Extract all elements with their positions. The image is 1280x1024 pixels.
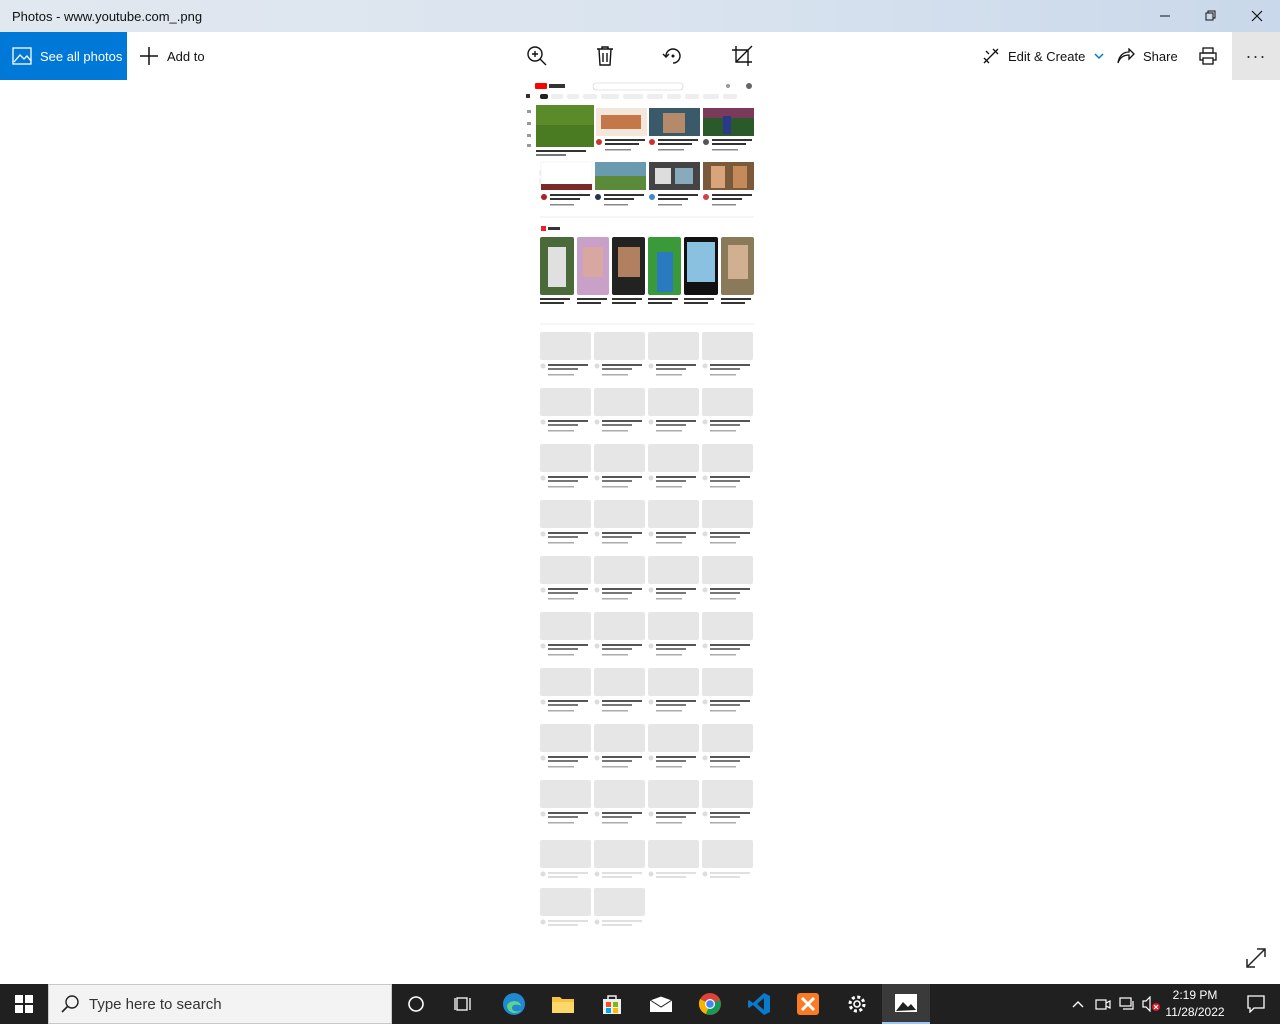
clock-date: 11/28/2022: [1165, 1005, 1225, 1019]
share-button[interactable]: Share: [1117, 32, 1178, 80]
xampp-icon: [797, 993, 819, 1015]
volume-button[interactable]: [1139, 984, 1163, 1024]
share-icon: [1117, 48, 1135, 64]
task-view-icon: [454, 997, 471, 1011]
network-icon: [1119, 997, 1134, 1010]
taskbar-search-input[interactable]: Type here to search: [48, 984, 392, 1024]
file-explorer-app[interactable]: [539, 984, 587, 1024]
print-button[interactable]: [1199, 32, 1225, 80]
store-bag-icon: [603, 995, 621, 1014]
share-label: Share: [1143, 48, 1178, 64]
cortana-button[interactable]: [392, 984, 440, 1024]
cortana-circle-icon: [408, 996, 424, 1012]
store-app[interactable]: [588, 984, 636, 1024]
add-to-button[interactable]: Add to: [139, 32, 205, 80]
show-hidden-icons-button[interactable]: [1066, 984, 1090, 1024]
photos-app-icon: [895, 994, 917, 1012]
edge-icon: [503, 993, 525, 1015]
chrome-app[interactable]: [686, 984, 734, 1024]
start-button[interactable]: [0, 984, 48, 1024]
edit-create-icon: [983, 48, 999, 64]
clock-time: 2:19 PM: [1172, 988, 1218, 1002]
edit-create-label: Edit & Create: [1008, 48, 1086, 64]
delete-button[interactable]: [595, 32, 623, 80]
close-icon: [1251, 10, 1263, 22]
image-viewer: [0, 80, 1280, 984]
minimize-button[interactable]: [1142, 0, 1188, 32]
window-title: Photos - www.youtube.com_.png: [12, 9, 203, 24]
screenshot-thumbnail-image: [526, 82, 754, 926]
fullscreen-button[interactable]: [1244, 946, 1268, 970]
camera-icon: [1095, 999, 1111, 1010]
vscode-app[interactable]: [735, 984, 783, 1024]
windows-logo-icon: [15, 995, 33, 1013]
search-icon: [61, 995, 79, 1013]
edit-create-button[interactable]: Edit & Create: [982, 32, 1113, 80]
crop-button[interactable]: [731, 32, 761, 80]
xampp-app[interactable]: [784, 984, 832, 1024]
taskbar: Type here to search 2:19 PM 11/28/2022: [0, 984, 1280, 1024]
gear-icon: [848, 995, 866, 1013]
meet-now-button[interactable]: [1091, 984, 1115, 1024]
minimize-icon: [1160, 15, 1170, 17]
zoom-button[interactable]: [526, 32, 556, 80]
printer-icon: [1199, 47, 1217, 65]
restore-icon: [1205, 10, 1216, 21]
crop-icon: [732, 45, 753, 66]
see-all-photos-button[interactable]: See all photos: [0, 32, 127, 80]
restore-button[interactable]: [1188, 0, 1234, 32]
add-to-label: Add to: [167, 48, 205, 64]
photos-toolbar: See all photos Add to Edit & Create Shar…: [0, 32, 1280, 80]
trash-icon: [597, 46, 613, 66]
displayed-screenshot: [523, 80, 757, 930]
expand-icon: [1246, 948, 1266, 968]
search-placeholder: Type here to search: [89, 995, 222, 1013]
rotate-button[interactable]: [662, 32, 692, 80]
edge-app[interactable]: [490, 984, 538, 1024]
mail-app[interactable]: [637, 984, 685, 1024]
task-view-button[interactable]: [440, 984, 488, 1024]
photos-app[interactable]: [882, 984, 930, 1024]
folder-icon: [552, 997, 574, 1013]
photos-icon: [12, 47, 32, 65]
volume-muted-icon: [1142, 996, 1160, 1012]
notification-icon: [1247, 995, 1265, 1013]
network-button[interactable]: [1115, 984, 1139, 1024]
notifications-button[interactable]: [1232, 984, 1280, 1024]
rotate-icon: [662, 48, 681, 64]
taskbar-clock[interactable]: 2:19 PM 11/28/2022: [1162, 987, 1228, 1021]
more-options-button[interactable]: ···: [1232, 32, 1280, 80]
title-bar: Photos - www.youtube.com_.png: [0, 0, 1280, 32]
vscode-icon: [748, 993, 770, 1015]
settings-app[interactable]: [833, 984, 881, 1024]
close-button[interactable]: [1234, 0, 1280, 32]
chrome-icon: [698, 993, 721, 1015]
mail-icon: [649, 995, 673, 1012]
chevron-down-icon: [1094, 53, 1104, 60]
see-all-photos-label: See all photos: [40, 48, 123, 64]
plus-icon: [140, 47, 158, 65]
zoom-in-icon: [527, 46, 547, 66]
chevron-up-icon: [1072, 1001, 1084, 1008]
